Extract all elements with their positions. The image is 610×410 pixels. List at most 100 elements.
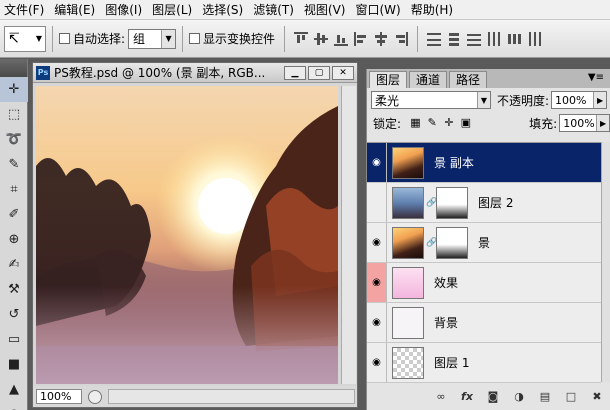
opacity-label: 不透明度:: [497, 93, 550, 108]
restore-icon[interactable]: ▢: [308, 65, 330, 80]
distribute-top-icon[interactable]: [427, 32, 442, 46]
layer-row[interactable]: ◉ 🔗 图层 2: [367, 183, 601, 223]
mask-link-icon[interactable]: 🔗: [426, 238, 437, 248]
opacity-field[interactable]: 100% ▶: [551, 91, 608, 109]
align-hcenter-icon[interactable]: [374, 31, 388, 46]
fx-icon[interactable]: fx: [459, 389, 475, 405]
zoom-field[interactable]: 100%: [36, 389, 82, 404]
marquee-tool-icon[interactable]: ⬚: [0, 102, 28, 127]
panel-menu-icon[interactable]: ▼≡: [588, 72, 604, 83]
distribute-right-icon[interactable]: [527, 31, 542, 46]
mask-link-icon[interactable]: 🔗: [426, 198, 437, 208]
document-title: PS教程.psd @ 100% (景 副本, RGB...: [54, 66, 266, 80]
gradient-tool-icon[interactable]: ■: [0, 352, 28, 377]
menu-filter[interactable]: 滤镜(T): [251, 0, 302, 20]
auto-select-dropdown[interactable]: 组 ▼: [128, 28, 177, 49]
visibility-eye-icon[interactable]: ◉: [367, 303, 387, 342]
layer-row[interactable]: ◉ 背景: [367, 303, 601, 343]
distribute-left-icon[interactable]: [487, 31, 501, 46]
align-top-icon[interactable]: [294, 31, 309, 46]
menu-help[interactable]: 帮助(H): [409, 0, 461, 20]
mask-icon[interactable]: ◙: [485, 389, 501, 405]
distribute-vcenter-icon[interactable]: [447, 32, 461, 46]
image-canvas[interactable]: [36, 86, 338, 384]
quick-select-tool-icon[interactable]: ✎: [0, 152, 28, 177]
layer-thumbnail: [392, 266, 424, 299]
layer-row[interactable]: ◉ 效果: [367, 263, 601, 303]
dodge-tool-icon[interactable]: ●: [0, 402, 28, 410]
tab-paths[interactable]: 路径: [449, 71, 488, 88]
menu-select[interactable]: 选择(S): [200, 0, 251, 20]
group-icon[interactable]: ▤: [537, 389, 553, 405]
link-icon[interactable]: ∞: [433, 389, 449, 405]
show-transform-checkbox[interactable]: [189, 33, 201, 44]
new-layer-icon[interactable]: □: [563, 389, 579, 405]
chevron-down-icon: ▼: [35, 34, 42, 43]
clone-stamp-tool-icon[interactable]: ⚒: [0, 277, 28, 302]
adjustment-icon[interactable]: ◑: [511, 389, 527, 405]
distribute-hcenter-icon[interactable]: [507, 32, 522, 46]
crop-tool-icon[interactable]: ⌗: [0, 177, 28, 202]
distribute-buttons: [424, 31, 544, 46]
visibility-eye-icon[interactable]: ◉: [367, 183, 387, 222]
blend-row: 柔光 ▼ 不透明度: 100% ▶: [367, 88, 610, 112]
lock-position-icon[interactable]: ✛: [444, 117, 455, 129]
auto-select-checkbox[interactable]: [59, 33, 70, 44]
opacity-value: 100%: [555, 93, 587, 107]
toolbox-grip[interactable]: [0, 59, 27, 77]
menu-layer[interactable]: 图层(L): [150, 0, 200, 20]
window-controls: ▁ ▢ ✕: [282, 65, 354, 80]
align-bottom-icon[interactable]: [334, 32, 349, 46]
eyedropper-tool-icon[interactable]: ✐: [0, 202, 28, 227]
menu-image[interactable]: 图像(I): [103, 0, 150, 20]
lasso-tool-icon[interactable]: ➰: [0, 127, 28, 152]
trash-icon[interactable]: ✖: [589, 389, 605, 405]
visibility-eye-icon[interactable]: ◉: [367, 143, 387, 182]
blend-mode-dropdown[interactable]: 柔光 ▼: [371, 91, 491, 109]
align-right-icon[interactable]: [394, 31, 409, 46]
layer-mask-thumbnail[interactable]: [436, 226, 468, 259]
lock-all-icon[interactable]: ▣: [460, 117, 471, 129]
healing-brush-tool-icon[interactable]: ⊕: [0, 227, 28, 252]
layers-scrollbar[interactable]: [601, 142, 610, 382]
panel-tabs: 图层 通道 路径 ▼≡: [367, 69, 610, 88]
tool-preset-picker[interactable]: ↸ ▼: [4, 25, 46, 52]
blur-tool-icon[interactable]: ▲: [0, 377, 28, 402]
auto-select-value: 组: [133, 32, 146, 46]
menu-edit[interactable]: 编辑(E): [52, 0, 103, 20]
document-status-bar: 100%: [33, 386, 357, 407]
distribute-bottom-icon[interactable]: [467, 32, 482, 46]
layer-thumbnail: [392, 226, 424, 259]
layer-row[interactable]: ◉ 景 副本: [367, 143, 601, 183]
brush-tool-icon[interactable]: ✍: [0, 252, 28, 277]
eraser-tool-icon[interactable]: ▭: [0, 327, 28, 352]
align-vcenter-icon[interactable]: [314, 32, 329, 46]
visibility-eye-icon[interactable]: ◉: [367, 223, 387, 262]
layers-panel: 图层 通道 路径 ▼≡ 柔光 ▼ 不透明度: 100% ▶ 锁定: ▦ ✎ ✛ …: [366, 69, 610, 410]
layer-mask-thumbnail[interactable]: [436, 186, 468, 219]
history-brush-tool-icon[interactable]: ↺: [0, 302, 28, 327]
layer-row[interactable]: ◉ 图层 1: [367, 343, 601, 383]
menu-file[interactable]: 文件(F): [2, 0, 52, 20]
chevron-down-icon: ▼: [477, 92, 490, 108]
layer-row[interactable]: ◉ 🔗 景: [367, 223, 601, 263]
lock-pixels-icon[interactable]: ✎: [427, 117, 438, 129]
visibility-eye-icon[interactable]: ◉: [367, 343, 387, 382]
tab-channels[interactable]: 通道: [409, 71, 448, 88]
document-window: Ps PS教程.psd @ 100% (景 副本, RGB... ▁ ▢ ✕ 1…: [32, 62, 358, 408]
visibility-eye-icon[interactable]: ◉: [367, 263, 387, 302]
align-left-icon[interactable]: [354, 31, 368, 46]
menu-view[interactable]: 视图(V): [302, 0, 354, 20]
lock-transparency-icon[interactable]: ▦: [410, 117, 421, 129]
document-title-bar[interactable]: Ps PS教程.psd @ 100% (景 副本, RGB... ▁ ▢ ✕: [33, 63, 357, 83]
status-info-icon[interactable]: [88, 389, 102, 404]
vertical-scrollbar[interactable]: [341, 86, 356, 384]
fill-field[interactable]: 100% ▶: [559, 114, 610, 132]
menu-window[interactable]: 窗口(W): [353, 0, 408, 20]
close-icon[interactable]: ✕: [332, 65, 354, 80]
horizontal-scrollbar[interactable]: [108, 389, 355, 404]
tab-layers[interactable]: 图层: [369, 71, 408, 88]
move-tool-icon[interactable]: ✛: [0, 77, 28, 102]
sunset-photo: [36, 86, 338, 384]
minimize-icon[interactable]: ▁: [284, 65, 306, 80]
